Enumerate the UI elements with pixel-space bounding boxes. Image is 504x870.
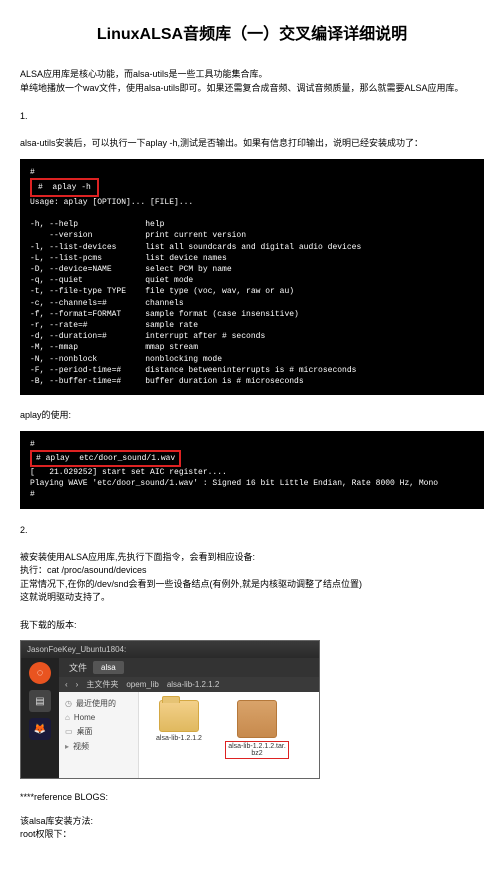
help-line: -D, --device=NAME select PCM by name — [30, 265, 232, 274]
firefox-icon[interactable]: 🦊 — [29, 718, 51, 740]
video-icon: ▸ — [65, 742, 69, 751]
download-label: 我下载的版本: — [20, 619, 484, 633]
files-icon[interactable]: ▤ — [29, 690, 51, 712]
terminal-aplay-help: # # aplay -h Usage: aplay [OPTION]... [F… — [20, 159, 484, 396]
window-title: JasonFoeKey_Ubuntu1804: — [27, 645, 126, 654]
install-line: root权限下： — [20, 829, 72, 839]
file-manager-window: JasonFoeKey_Ubuntu1804: ◌ ▤ 🦊 文件 alsa ‹ … — [20, 640, 320, 779]
intro-line-2: 单纯地播放一个wav文件，使用alsa-utils即可。如果还需复合成音频、调试… — [20, 83, 464, 93]
term-out-line: # — [30, 490, 35, 499]
help-line: -N, --nonblock nonblocking mode — [30, 355, 222, 364]
help-line: -M, --mmap mmap stream — [30, 343, 198, 352]
page-title: LinuxALSA音频库（一）交叉编译详细说明 — [20, 20, 484, 44]
help-line: -r, --rate=# sample rate — [30, 321, 198, 330]
folder-icon — [159, 700, 199, 732]
install-text: 该alsa库安装方法: root权限下： — [20, 815, 484, 842]
archive-item[interactable]: alsa-lib-1.2.1.2.tar.bz2 — [225, 700, 289, 759]
section-2-text: 被安装使用ALSA应用库,先执行下面指令，会看到相应设备: 执行：cat /pr… — [20, 551, 484, 605]
help-line: -q, --quiet quiet mode — [30, 276, 193, 285]
intro-paragraph: ALSA应用库是核心功能，而alsa-utils是一些工具功能集合库。 单纯地播… — [20, 68, 484, 95]
breadcrumb-bar: ‹ › 主文件夹 opem_lib alsa-lib-1.2.1.2 — [59, 677, 319, 692]
section-2-number: 2. — [20, 525, 484, 535]
usage-line: Usage: aplay [OPTION]... [FILE]... — [30, 198, 193, 207]
places-sidebar: ◷最近使用的 ⌂Home ▭桌面 ▸视频 — [59, 692, 139, 778]
help-line: -F, --period-time=# distance betweeninte… — [30, 366, 356, 375]
nav-fwd-icon[interactable]: › — [76, 680, 79, 689]
nav-back-icon[interactable]: ‹ — [65, 680, 68, 689]
archive-icon — [237, 700, 277, 738]
ubuntu-dock: ◌ ▤ 🦊 — [21, 658, 59, 778]
archive-label-highlighted: alsa-lib-1.2.1.2.tar.bz2 — [225, 741, 289, 759]
folder-item[interactable]: alsa-lib-1.2.1.2 — [147, 700, 211, 742]
breadcrumb-home[interactable]: 主文件夹 — [86, 679, 118, 690]
folder-label: alsa-lib-1.2.1.2 — [156, 735, 202, 742]
breadcrumb-item[interactable]: alsa-lib-1.2.1.2 — [167, 680, 219, 689]
term-out-line: [ 21.029252] start set AIC register.... — [30, 468, 227, 477]
aplay-wav-command: # aplay etc/door_sound/1.wav — [30, 450, 181, 467]
help-line: -l, --list-devices list all soundcards a… — [30, 243, 361, 252]
terminal-aplay-run: # # aplay etc/door_sound/1.wav [ 21.0292… — [20, 431, 484, 509]
help-line: -c, --channels=# channels — [30, 299, 184, 308]
files-tab-label: 文件 — [69, 661, 87, 674]
sec2-line: 这就说明驱动支持了。 — [20, 592, 110, 602]
nav-video[interactable]: ▸视频 — [65, 739, 132, 754]
file-content-area: alsa-lib-1.2.1.2 alsa-lib-1.2.1.2.tar.bz… — [139, 692, 319, 778]
nav-recent[interactable]: ◷最近使用的 — [65, 696, 132, 711]
intro-line-1: ALSA应用库是核心功能，而alsa-utils是一些工具功能集合库。 — [20, 69, 268, 79]
help-line: -f, --format=FORMAT sample format (case … — [30, 310, 299, 319]
nav-desktop[interactable]: ▭桌面 — [65, 724, 132, 739]
help-line: -d, --duration=# interrupt after # secon… — [30, 332, 265, 341]
window-titlebar: JasonFoeKey_Ubuntu1804: — [21, 641, 319, 658]
ubuntu-logo-icon[interactable]: ◌ — [29, 662, 51, 684]
reference-label: ****reference BLOGS: — [20, 791, 484, 805]
clock-icon: ◷ — [65, 699, 72, 708]
help-line: -h, --help help — [30, 220, 164, 229]
breadcrumb-item[interactable]: opem_lib — [126, 680, 158, 689]
help-line: -L, --list-pcms list device names — [30, 254, 227, 263]
sec2-line: 被安装使用ALSA应用库,先执行下面指令，会看到相应设备: — [20, 552, 255, 562]
help-line: -B, --buffer-time=# buffer duration is #… — [30, 377, 304, 386]
sec2-line: 正常情况下,在你的/dev/snd会看到一些设备结点(有例外,就是内核驱动调整了… — [20, 579, 362, 589]
install-line: 该alsa库安装方法: — [20, 816, 93, 826]
path-current: alsa — [93, 661, 124, 674]
desktop-icon: ▭ — [65, 727, 73, 736]
sec2-line: 执行：cat /proc/asound/devices — [20, 565, 147, 575]
file-manager-header: 文件 alsa — [59, 658, 319, 677]
section-1-text: alsa-utils安装后，可以执行一下aplay -h,测试是否输出。如果有信… — [20, 137, 484, 151]
help-line: --version print current version — [30, 231, 246, 240]
section-1-number: 1. — [20, 111, 484, 121]
aplay-usage-label: aplay的使用: — [20, 409, 484, 423]
help-line: -t, --file-type TYPE file type (voc, wav… — [30, 287, 294, 296]
aplay-h-command: # aplay -h — [30, 178, 99, 197]
home-icon: ⌂ — [65, 713, 70, 722]
term-out-line: Playing WAVE 'etc/door_sound/1.wav' : Si… — [30, 479, 438, 488]
